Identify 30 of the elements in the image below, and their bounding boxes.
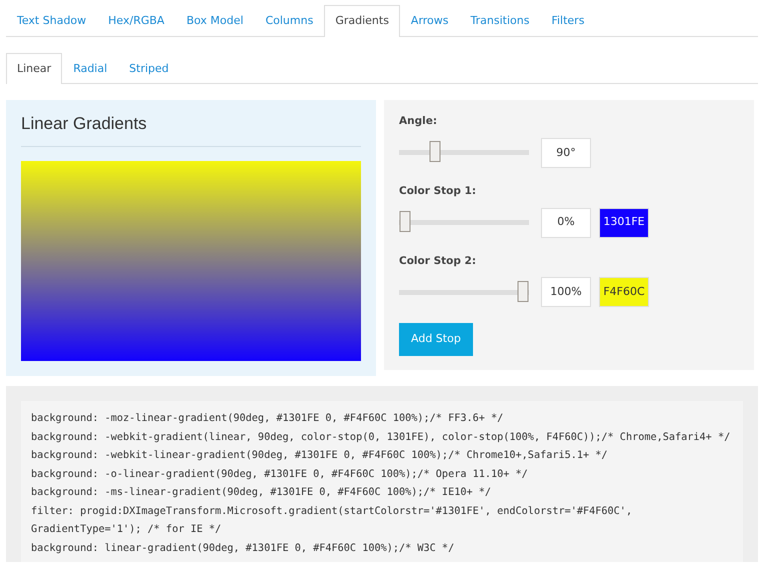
tab[interactable]: Striped	[118, 52, 180, 84]
tab[interactable]: Radial	[62, 52, 118, 84]
tab[interactable]: Hex/RGBA	[97, 5, 176, 36]
value-field[interactable]: 90°	[541, 138, 591, 168]
preview-title: Linear Gradients	[21, 114, 361, 148]
control-label: Color Stop 1:	[399, 184, 478, 199]
tab[interactable]: Box Model	[175, 5, 254, 36]
tab[interactable]: Gradients	[324, 5, 400, 36]
code-line: background: -moz-linear-gradient(90deg, #1301FE 0, #F4F60C 100%);/* FF3.6+ */	[31, 412, 504, 426]
slider-handle[interactable]	[518, 280, 528, 302]
tab[interactable]: Arrows	[400, 5, 460, 36]
color-swatch[interactable]: 1301FE	[599, 208, 649, 238]
add-stop-button[interactable]: Add Stop	[399, 323, 473, 356]
control-label: Angle:	[399, 114, 438, 129]
tab[interactable]: Columns	[254, 5, 324, 36]
value-field[interactable]: 100%	[541, 277, 591, 308]
code-line: background: -ms-linear-gradient(90deg, #1301FE 0, #F4F60C 100%);/* IE10+ */	[31, 486, 492, 500]
value-field[interactable]: 0%	[541, 208, 591, 238]
tab[interactable]: Text Shadow	[6, 5, 98, 36]
color-swatch[interactable]: F4F60C	[599, 277, 649, 308]
code-line: background: linear-gradient(90deg, #1301FE 0, #F4F60C 100%);/* W3C */	[31, 542, 456, 556]
slider-handle[interactable]	[429, 141, 440, 162]
slider-handle[interactable]	[400, 211, 410, 232]
code-line: background: -webkit-gradient(linear, 90deg, color-stop(0, 1301FE), color-stop(100%, F4F60C));/* Chrome,Safari4+ */	[31, 430, 732, 445]
code-line: background: -o-linear-gradient(90deg, #1301FE 0, #F4F60C 100%);/* Opera 11.10+ */	[31, 468, 529, 482]
tab[interactable]: Linear	[6, 52, 62, 84]
tab[interactable]: Transitions	[460, 5, 540, 36]
code-line: background: -webkit-linear-gradient(90deg, #1301FE 0, #F4F60C 100%);/* Chrome10+,Safari5.1+ */	[31, 449, 609, 464]
tab[interactable]: Filters	[540, 5, 596, 36]
control-label: Color Stop 2:	[399, 254, 478, 268]
